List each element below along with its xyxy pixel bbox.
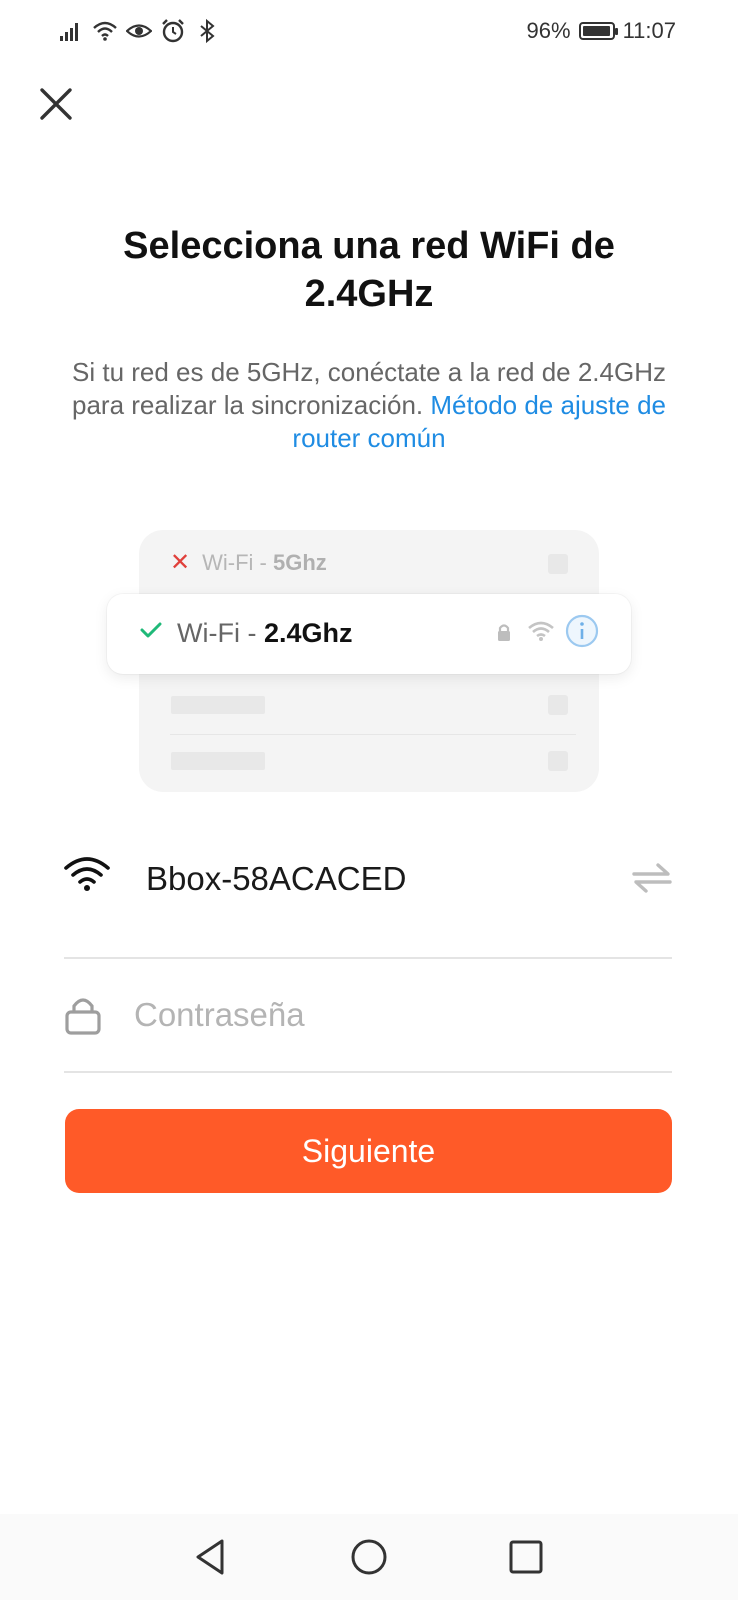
close-icon[interactable]	[36, 84, 76, 124]
password-input[interactable]	[134, 990, 664, 1040]
lock-icon	[498, 624, 510, 641]
network-name: Bbox-58ACACED	[146, 860, 407, 897]
lock-icon	[65, 998, 101, 1035]
placeholder-bar	[171, 696, 265, 714]
signal-icon	[60, 23, 78, 41]
navigation-bar	[0, 1514, 738, 1600]
battery-percent: 96%	[526, 18, 571, 43]
back-icon[interactable]	[190, 1536, 232, 1578]
battery-icon	[578, 22, 618, 40]
home-icon[interactable]	[348, 1536, 390, 1578]
status-info-right: 96% 11:07	[527, 16, 676, 46]
status-bar: 96% 11:07	[0, 0, 738, 64]
wifi-signal-icon	[528, 621, 554, 641]
switch-network-icon[interactable]	[632, 862, 672, 894]
wifi-icon	[93, 21, 117, 41]
info-icon	[565, 614, 599, 648]
placeholder-square	[548, 695, 568, 715]
page-subtitle: Si tu red es de 5GHz, conéctate a la red…	[58, 356, 680, 455]
wifi-icon	[64, 857, 110, 891]
wifi-5ghz-band: 5Ghz	[272, 549, 327, 575]
divider	[64, 1071, 672, 1073]
check-icon	[140, 622, 162, 638]
status-icons-left	[58, 16, 220, 46]
eye-icon	[126, 24, 152, 38]
wifi-5ghz-prefix: Wi-Fi -	[202, 549, 273, 575]
divider	[64, 957, 672, 959]
next-button[interactable]: Siguiente	[65, 1109, 672, 1193]
alarm-icon	[162, 19, 184, 43]
network-selector: Bbox-58ACACED	[64, 842, 672, 914]
bluetooth-icon	[200, 18, 215, 44]
placeholder-square	[548, 554, 568, 574]
placeholder-square	[548, 751, 568, 771]
password-row	[64, 986, 672, 1050]
page-title: Selecciona una red WiFi de 2.4GHz	[123, 225, 615, 315]
wifi-5ghz-row: ✕ Wi-Fi - 5Ghz	[170, 548, 327, 577]
cross-icon: ✕	[170, 549, 191, 576]
placeholder-bar	[171, 752, 265, 770]
wifi-24ghz-prefix: Wi-Fi -	[177, 618, 264, 648]
wifi-24ghz-label: Wi-Fi - 2.4Ghz	[177, 618, 353, 649]
placeholder-divider	[170, 734, 576, 735]
recents-icon[interactable]	[505, 1536, 547, 1578]
wifi-24ghz-card: Wi-Fi - 2.4Ghz	[107, 594, 631, 674]
clock: 11:07	[622, 18, 676, 43]
wifi-24ghz-band: 2.4Ghz	[263, 618, 353, 648]
